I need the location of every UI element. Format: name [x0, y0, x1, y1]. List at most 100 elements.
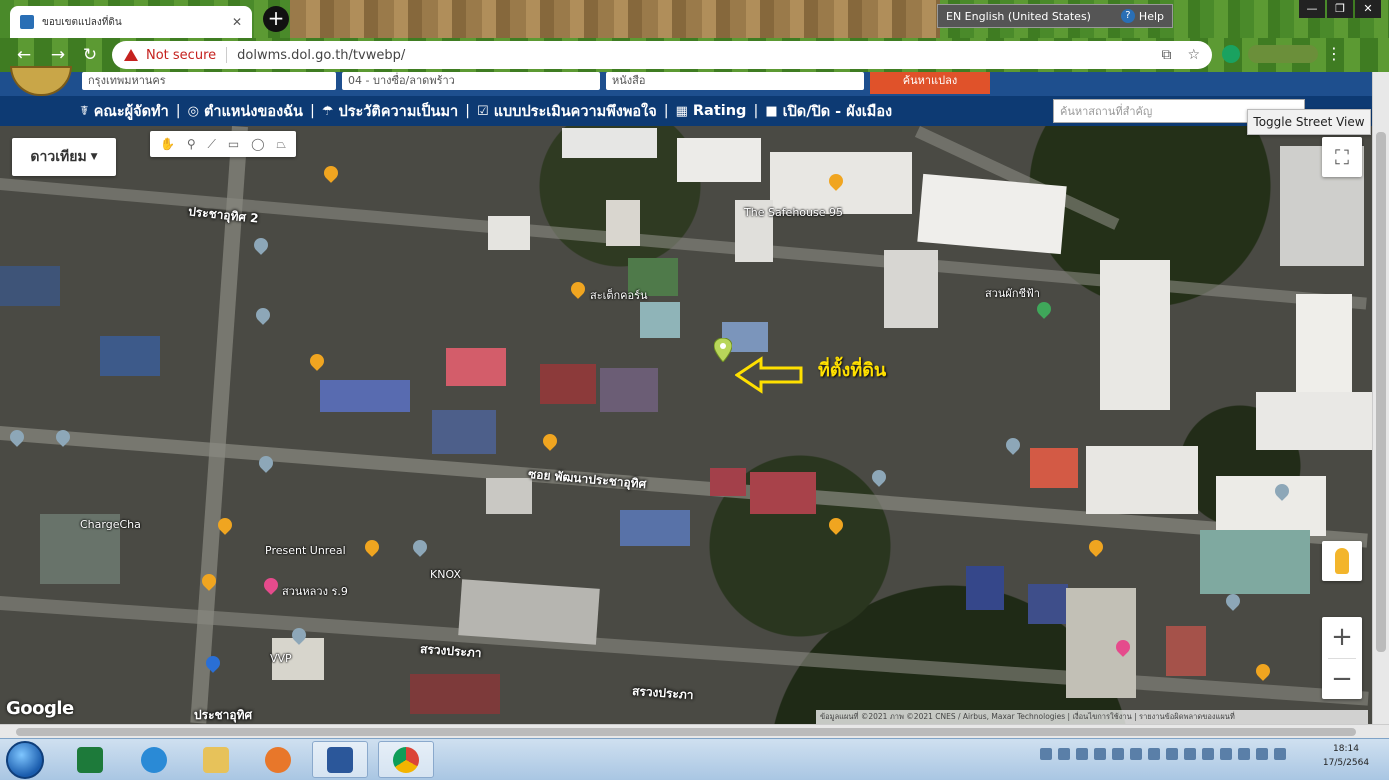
extension-icon[interactable]: [1222, 44, 1240, 63]
profile-avatar[interactable]: [1248, 44, 1318, 63]
tray-icon[interactable]: [1238, 748, 1250, 760]
close-window-icon[interactable]: ✕: [1355, 0, 1381, 18]
security-label[interactable]: Not secure: [146, 48, 216, 63]
poi-pin-icon[interactable]: [568, 279, 588, 299]
menu-item-history[interactable]: ☂ ประวัติความเป็นมา: [322, 100, 458, 123]
vertical-scrollbar[interactable]: [1372, 72, 1389, 724]
shopping-pin-icon[interactable]: [261, 575, 281, 595]
minimize-icon[interactable]: —: [1299, 0, 1325, 18]
map-building: [562, 128, 657, 158]
search-parcel-button[interactable]: ค้นหาแปลง: [870, 72, 990, 94]
new-tab-button[interactable]: +: [263, 6, 289, 32]
park-pin-icon[interactable]: [1034, 299, 1054, 319]
satellite-map[interactable]: The Safehouse 95 ประชาอุทิศ 2 ซอย พัฒนาป…: [0, 126, 1372, 724]
tray-icon[interactable]: [1256, 748, 1268, 760]
tray-icon[interactable]: [1058, 748, 1070, 760]
folder-icon: [203, 746, 229, 773]
poi-pin-icon[interactable]: [321, 163, 341, 183]
menu-item-team[interactable]: ☤ คณะผู้จัดทำ: [80, 100, 169, 123]
poi-pin-icon[interactable]: [826, 515, 846, 535]
taskbar-word[interactable]: [312, 741, 368, 778]
taskbar-ie[interactable]: [126, 741, 182, 778]
tray-icon[interactable]: [1202, 748, 1214, 760]
translate-icon[interactable]: ⧉: [1161, 47, 1171, 63]
tray-icon[interactable]: [1166, 748, 1178, 760]
deed-type-select[interactable]: หนังสือ: [606, 72, 864, 90]
poi-pin-icon[interactable]: [1223, 591, 1243, 611]
menu-item-city-plan-toggle[interactable]: ■ เปิด/ปิด - ผังเมือง: [765, 100, 892, 123]
map-building: [884, 250, 938, 328]
address-bar[interactable]: Not secure dolwms.dol.go.th/tvwebp/ ⧉ ☆: [112, 41, 1212, 69]
tray-icon[interactable]: [1112, 748, 1124, 760]
forward-icon[interactable]: →: [48, 45, 68, 65]
rectangle-tool-icon[interactable]: ▭: [228, 137, 239, 151]
start-button[interactable]: [6, 741, 44, 779]
polygon-tool-icon[interactable]: ⏢: [276, 137, 286, 152]
url-text[interactable]: dolwms.dol.go.th/tvwebp/: [237, 48, 405, 63]
poi-pin-icon[interactable]: [1003, 435, 1023, 455]
tray-icon[interactable]: [1274, 748, 1286, 760]
horizontal-scrollbar[interactable]: [0, 724, 1389, 738]
poi-pin-icon[interactable]: [253, 305, 273, 325]
back-icon[interactable]: ←: [14, 45, 34, 65]
system-clock[interactable]: 18:14 17/5/2564: [1310, 742, 1382, 770]
menu-item-my-location[interactable]: ◎ ตำแหน่งของฉัน: [188, 100, 303, 123]
fullscreen-icon[interactable]: ⛶: [1322, 137, 1362, 177]
taskbar-explorer[interactable]: [188, 741, 244, 778]
poi-pin-icon[interactable]: [362, 537, 382, 557]
tray-icon[interactable]: [1184, 748, 1196, 760]
taskbar-excel[interactable]: [62, 741, 118, 778]
scrollbar-thumb[interactable]: [1376, 132, 1386, 652]
hand-pan-icon[interactable]: ✋: [160, 137, 175, 151]
circle-tool-icon[interactable]: ◯: [251, 137, 264, 151]
parcel-location-marker-icon[interactable]: [714, 338, 732, 362]
poi-pin-icon[interactable]: [410, 537, 430, 557]
tray-icon[interactable]: [1148, 748, 1160, 760]
office-select[interactable]: 04 - บางซื่อ/ลาดพร้าว: [342, 72, 600, 90]
taskbar-chrome[interactable]: [378, 741, 434, 778]
tray-icon[interactable]: [1040, 748, 1052, 760]
zoom-out-icon[interactable]: −: [1322, 659, 1362, 700]
street-label: ประชาอุทิศ: [194, 708, 253, 722]
map-building: [100, 336, 160, 376]
map-building: [917, 173, 1067, 255]
menu-item-survey[interactable]: ☑ แบบประเมินความพึงพอใจ: [477, 100, 657, 123]
poi-pin-icon[interactable]: [251, 235, 271, 255]
browser-tab[interactable]: ขอบเขตแปลงที่ดิน ✕: [10, 6, 252, 38]
toggle-street-view-button[interactable]: Toggle Street View: [1247, 109, 1371, 135]
tray-icon[interactable]: [1130, 748, 1142, 760]
close-tab-icon[interactable]: ✕: [232, 15, 242, 29]
restore-icon[interactable]: ❐: [1327, 0, 1353, 18]
bookmark-star-icon[interactable]: ☆: [1187, 47, 1200, 63]
map-building: [750, 472, 816, 514]
marker-tool-icon[interactable]: ⚲: [187, 137, 196, 151]
tray-icon[interactable]: [1076, 748, 1088, 760]
street-view-pegman-icon[interactable]: [1322, 541, 1362, 581]
poi-pin-icon[interactable]: [1253, 661, 1273, 681]
language-bar[interactable]: EN English (United States) ? Help: [937, 4, 1173, 28]
map-building: [486, 478, 532, 514]
zoom-in-icon[interactable]: +: [1322, 617, 1362, 658]
poi-pin-icon[interactable]: [869, 467, 889, 487]
menu-item-rating[interactable]: ▦ Rating: [676, 103, 747, 119]
menu-divider: |: [663, 103, 669, 119]
map-type-dropdown[interactable]: ดาวเทียม ▼: [12, 138, 116, 176]
map-building: [540, 364, 596, 404]
menu-dots-icon[interactable]: ⋮: [1326, 44, 1342, 63]
taskbar-media[interactable]: [250, 741, 306, 778]
reload-icon[interactable]: ↻: [80, 45, 100, 65]
province-select[interactable]: กรุงเทพมหานคร: [82, 72, 336, 90]
menu-label: แบบประเมินความพึงพอใจ: [493, 103, 657, 120]
tray-icon[interactable]: [1220, 748, 1232, 760]
tray-icon[interactable]: [1094, 748, 1106, 760]
poi-pin-icon[interactable]: [307, 351, 327, 371]
pegman-figure: [1335, 548, 1349, 574]
map-label: KNOX: [430, 568, 461, 581]
scrollbar-thumb[interactable]: [16, 728, 1356, 736]
help-button[interactable]: ? Help: [1120, 9, 1164, 23]
history-icon: ☂: [321, 103, 334, 119]
map-building: [1166, 626, 1206, 676]
poi-pin-icon[interactable]: [1086, 537, 1106, 557]
polyline-tool-icon[interactable]: ⟋: [208, 137, 216, 152]
poi-pin-icon[interactable]: [540, 431, 560, 451]
